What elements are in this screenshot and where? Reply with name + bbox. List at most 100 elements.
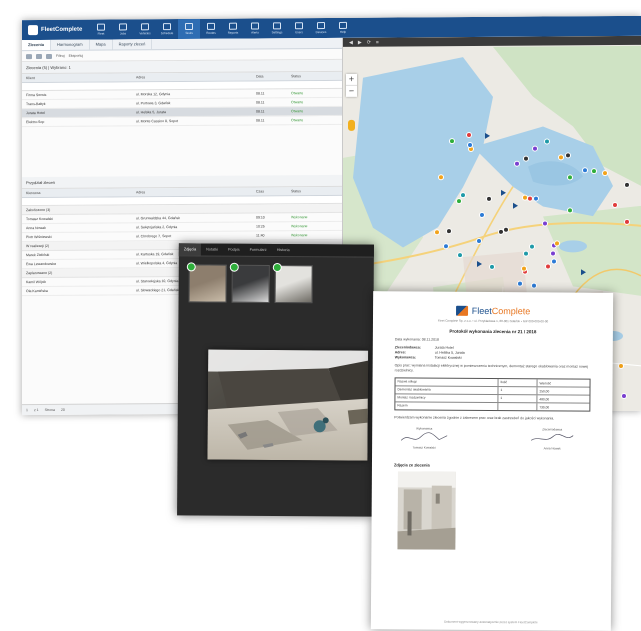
map-marker-icon[interactable] — [460, 192, 467, 199]
pager-size[interactable]: 20 — [61, 408, 65, 412]
app-logo[interactable]: FleetComplete — [28, 25, 86, 36]
viewer-tab[interactable]: Historia — [272, 248, 295, 252]
flag-marker-icon[interactable] — [485, 133, 491, 140]
map-marker-icon[interactable] — [442, 243, 449, 250]
flag-marker-icon[interactable] — [501, 189, 506, 196]
nav-item[interactable]: Schedule — [156, 19, 178, 39]
nav-item[interactable]: Reports — [222, 19, 244, 39]
map-marker-icon[interactable] — [550, 258, 557, 265]
photo-thumbnail[interactable] — [229, 262, 270, 303]
nav-item[interactable]: Help — [332, 18, 354, 38]
map-marker-icon[interactable] — [449, 137, 456, 144]
map-marker-icon[interactable] — [465, 132, 472, 139]
pager-page[interactable]: 1 — [26, 408, 28, 412]
viewer-tab[interactable]: Zdjęcia — [178, 243, 202, 256]
map-marker-icon[interactable] — [516, 280, 523, 287]
map-marker-icon[interactable] — [523, 156, 530, 163]
map-marker-icon[interactable] — [624, 218, 630, 225]
nav-item[interactable]: Devices — [310, 18, 332, 38]
check-icon[interactable] — [229, 262, 239, 272]
photo-thumbnail[interactable] — [272, 262, 313, 304]
nav-item[interactable]: Fleet — [90, 20, 112, 40]
refresh-icon[interactable]: ⟳ — [367, 39, 371, 45]
nav-item[interactable]: Tasks — [178, 18, 200, 40]
panel-tab[interactable]: Harmonogram — [51, 39, 90, 50]
map-marker-icon[interactable] — [479, 211, 486, 218]
add-icon[interactable] — [46, 53, 52, 59]
panel-tab[interactable]: Raporty zleceń — [112, 39, 153, 50]
zoom-out-button[interactable]: − — [346, 84, 357, 97]
map-marker-icon[interactable] — [612, 202, 619, 209]
check-icon[interactable] — [186, 262, 196, 272]
map-marker-icon[interactable] — [523, 250, 530, 257]
map-marker-icon[interactable] — [601, 170, 608, 177]
panel-tab[interactable]: Zlecenia — [22, 39, 52, 51]
column-header[interactable]: Adres — [136, 190, 256, 194]
map-marker-icon[interactable] — [434, 229, 441, 236]
map-marker-icon[interactable] — [567, 207, 574, 214]
export-button[interactable]: Eksportuj — [69, 54, 84, 58]
back-icon[interactable] — [26, 53, 32, 59]
map-marker-icon[interactable] — [618, 363, 625, 370]
street-view-pegman-icon[interactable] — [348, 119, 355, 131]
map-marker-icon[interactable] — [520, 265, 527, 272]
viewer-tab[interactable]: Podpis — [223, 248, 245, 252]
enlarged-photo[interactable] — [207, 349, 369, 461]
column-header[interactable]: Klient — [22, 75, 136, 80]
map-marker-icon[interactable] — [550, 250, 557, 257]
panel-tab[interactable]: Mapa — [89, 39, 113, 50]
nav-item[interactable]: Jobs — [112, 19, 134, 39]
map-marker-icon[interactable] — [624, 182, 631, 189]
nav-item[interactable]: Alerts — [244, 18, 266, 38]
column-header[interactable]: Czas — [256, 189, 291, 193]
map-marker-icon[interactable] — [457, 251, 464, 259]
map-marker-icon[interactable] — [581, 166, 588, 173]
map-marker-icon[interactable] — [545, 263, 552, 270]
map-marker-icon[interactable] — [528, 243, 535, 250]
map-marker-icon[interactable] — [476, 238, 482, 245]
map-marker-icon[interactable] — [456, 197, 463, 205]
photo-thumbnail[interactable] — [186, 262, 227, 303]
map-marker-icon[interactable] — [497, 228, 504, 235]
map-marker-icon[interactable] — [557, 154, 564, 161]
column-header[interactable]: Kierowca — [22, 190, 136, 195]
column-header[interactable]: Adres — [136, 75, 256, 79]
map-marker-icon[interactable] — [485, 195, 492, 202]
map-marker-icon[interactable] — [466, 142, 473, 149]
map-marker-icon[interactable] — [532, 195, 539, 202]
nav-item[interactable]: Vehicles — [134, 19, 156, 39]
zoom-in-button[interactable]: + — [346, 74, 357, 85]
map-marker-icon[interactable] — [513, 161, 520, 168]
viewer-tab[interactable]: Notatki — [201, 247, 223, 252]
filter-button[interactable]: Filtruj — [56, 54, 65, 58]
map-marker-icon[interactable] — [445, 228, 452, 235]
map-marker-icon[interactable] — [567, 173, 574, 181]
map-marker-icon[interactable] — [591, 168, 598, 175]
map-marker-icon[interactable] — [531, 282, 538, 289]
nav-item[interactable]: Users — [288, 18, 310, 38]
nav-item[interactable]: Settings — [266, 18, 288, 38]
viewer-tab[interactable]: Formularz — [245, 248, 272, 252]
map-marker-icon[interactable] — [564, 152, 571, 159]
map-marker-icon[interactable] — [553, 239, 560, 246]
flag-marker-icon[interactable] — [580, 269, 586, 276]
map-marker-icon[interactable] — [543, 137, 550, 145]
nav-item[interactable]: Routes — [200, 19, 222, 39]
map-marker-icon[interactable] — [542, 220, 549, 227]
map-marker-icon[interactable] — [531, 145, 538, 152]
column-header[interactable]: Data — [256, 74, 291, 78]
flag-marker-icon[interactable] — [477, 261, 483, 268]
map-marker-icon[interactable] — [437, 173, 444, 180]
flag-marker-icon[interactable] — [513, 202, 519, 210]
refresh-icon[interactable] — [36, 53, 42, 59]
back-arrow-icon[interactable]: ◀ — [349, 39, 353, 45]
map-marker-icon[interactable] — [488, 263, 495, 270]
map-marker-icon[interactable] — [503, 226, 510, 233]
map-marker-icon[interactable] — [527, 195, 534, 202]
check-icon[interactable] — [272, 262, 282, 273]
column-header[interactable]: Status — [291, 189, 331, 193]
column-header[interactable]: Status — [291, 74, 331, 78]
forward-arrow-icon[interactable]: ▶ — [358, 39, 362, 45]
menu-icon[interactable]: ≡ — [376, 39, 379, 45]
map-marker-icon[interactable] — [620, 392, 627, 399]
